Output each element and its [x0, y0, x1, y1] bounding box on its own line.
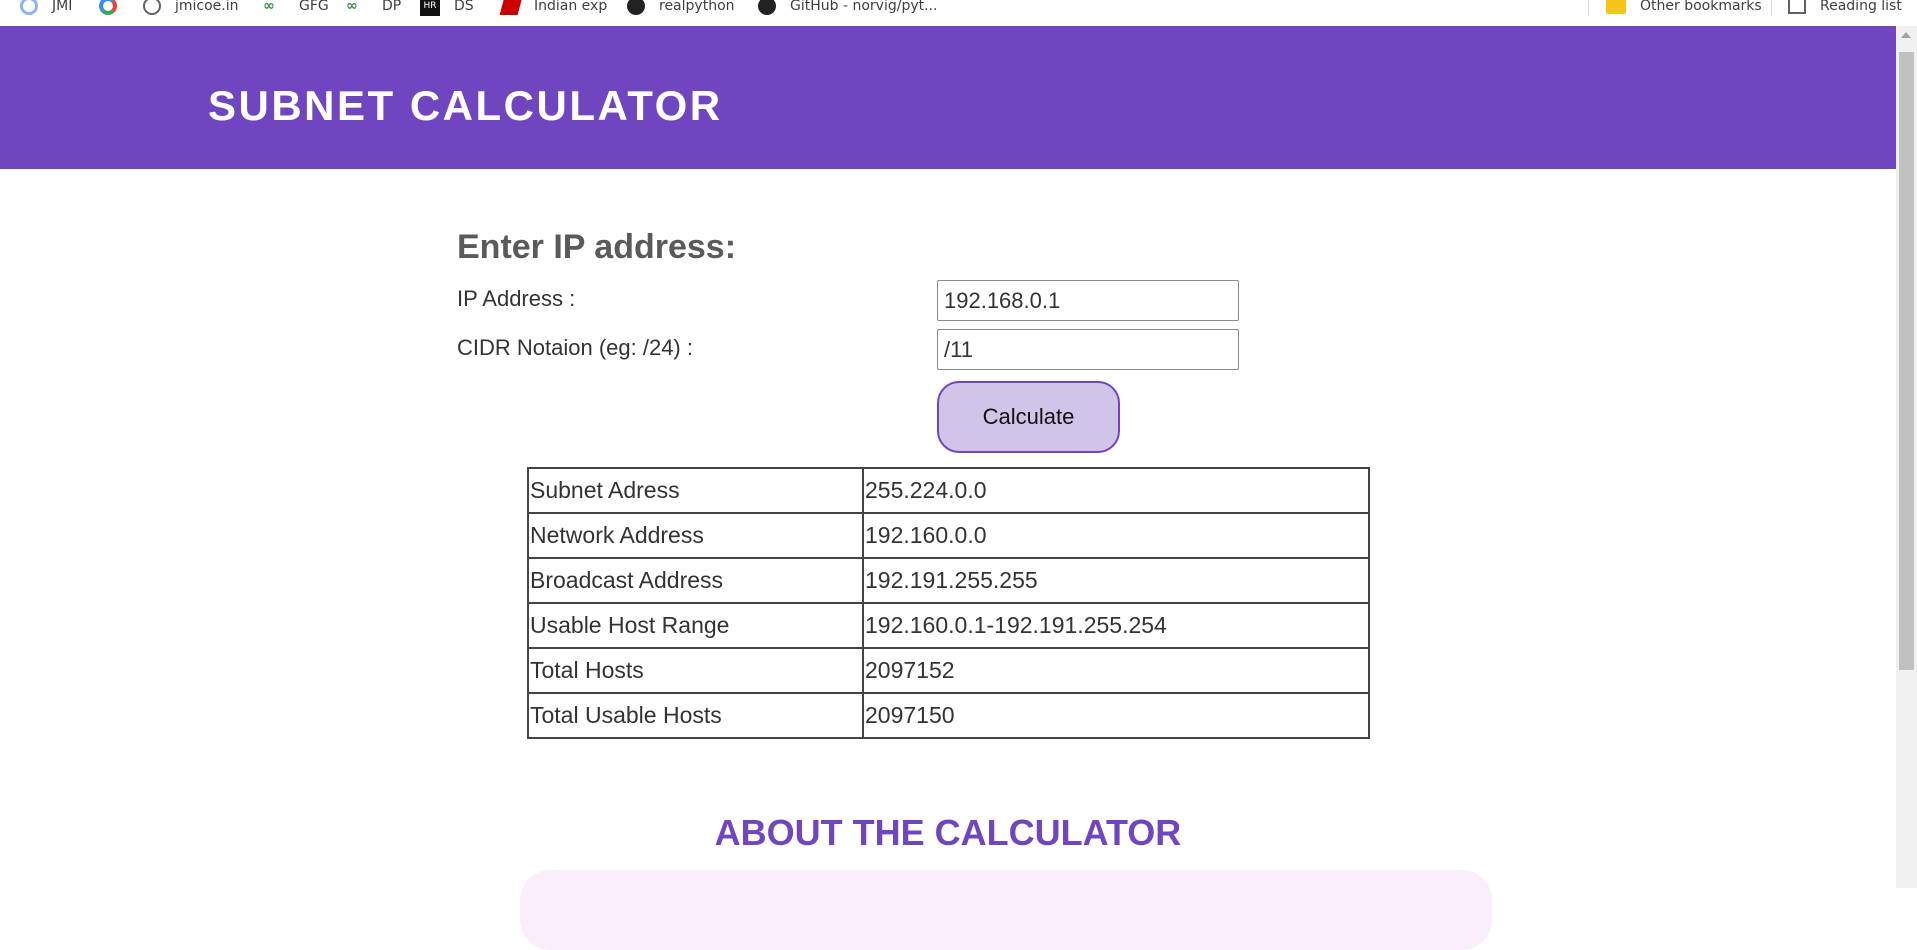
gfg-icon: ∞: [346, 0, 358, 14]
bookmark-github-norvig[interactable]: GitHub - norvig/pyt...: [758, 0, 937, 26]
ip-address-input[interactable]: [937, 280, 1239, 321]
bookmark-label: DS: [454, 0, 474, 14]
other-bookmarks-label: Other bookmarks: [1640, 0, 1762, 14]
form-heading: Enter IP address:: [457, 228, 737, 266]
results-table: Subnet Adress 255.224.0.0 Network Addres…: [527, 467, 1370, 739]
bookmark-jmicoe[interactable]: jmicoe.in: [143, 0, 239, 26]
result-value: 192.191.255.255: [862, 557, 1370, 604]
result-label: Total Usable Hosts: [527, 692, 864, 739]
bookmark-ds[interactable]: HR DS: [420, 0, 474, 26]
indian-express-icon: [499, 0, 523, 15]
other-bookmarks[interactable]: Other bookmarks: [1606, 0, 1762, 26]
cidr-label: CIDR Notaion (eg: /24) :: [457, 335, 693, 360]
page-header: SUBNET CALCULATOR: [0, 26, 1896, 169]
about-panel: [520, 870, 1492, 950]
bookmark-label: GitHub - norvig/pyt...: [790, 0, 938, 14]
bookmark-indian-exp[interactable]: Indian exp: [499, 0, 608, 26]
result-value: 192.160.0.1-192.191.255.254: [862, 602, 1370, 649]
table-row: Broadcast Address 192.191.255.255: [527, 557, 1370, 604]
bookmark-dp[interactable]: ∞ DP: [346, 0, 401, 26]
result-label: Usable Host Range: [527, 602, 864, 649]
folder-icon: [1606, 0, 1626, 14]
table-row: Network Address 192.160.0.0: [527, 512, 1370, 559]
bookmark-jmi[interactable]: JMI: [20, 0, 72, 26]
result-value: 2097150: [862, 692, 1370, 739]
table-row: Total Usable Hosts 2097150: [527, 692, 1370, 739]
bookmarks-divider: [1771, 0, 1772, 16]
cidr-input[interactable]: [937, 329, 1239, 370]
bookmark-google[interactable]: [99, 0, 117, 26]
result-value: 2097152: [862, 647, 1370, 694]
bookmark-label: jmicoe.in: [175, 0, 239, 14]
bookmark-label: Indian exp: [534, 0, 608, 14]
table-row: Usable Host Range 192.160.0.1-192.191.25…: [527, 602, 1370, 649]
bookmark-gfg[interactable]: ∞ GFG: [263, 0, 329, 26]
bookmark-label: DP: [382, 0, 402, 14]
bookmarks-bar: JMI jmicoe.in ∞ GFG ∞ DP HR DS Indian ex…: [0, 0, 1902, 26]
table-row: Total Hosts 2097152: [527, 647, 1370, 694]
ring-icon: [20, 0, 38, 15]
page-scrollbar[interactable]: [1896, 26, 1917, 888]
result-value: 192.160.0.0: [862, 512, 1370, 559]
google-icon: [99, 0, 117, 15]
ip-address-label: IP Address :: [457, 286, 576, 311]
calculate-button[interactable]: Calculate: [937, 381, 1120, 453]
ds-icon: HR: [420, 0, 440, 16]
reading-list-icon: [1788, 0, 1806, 14]
result-value: 255.224.0.0: [862, 467, 1370, 514]
globe-icon: [143, 0, 161, 15]
bookmark-label: GFG: [299, 0, 329, 14]
result-label: Broadcast Address: [527, 557, 864, 604]
scrollbar-thumb[interactable]: [1899, 52, 1914, 670]
scroll-up-arrow-icon[interactable]: [1901, 32, 1911, 38]
bookmark-realpython[interactable]: realpython: [627, 0, 735, 26]
table-row: Subnet Adress 255.224.0.0: [527, 467, 1370, 514]
about-heading: ABOUT THE CALCULATOR: [714, 812, 1182, 853]
github-icon: [758, 0, 776, 15]
bookmark-label: JMI: [52, 0, 73, 14]
result-label: Total Hosts: [527, 647, 864, 694]
bookmarks-divider: [1588, 0, 1589, 16]
bookmark-label: realpython: [659, 0, 735, 14]
page-title: SUBNET CALCULATOR: [208, 82, 723, 129]
result-label: Network Address: [527, 512, 864, 559]
gfg-icon: ∞: [263, 0, 275, 14]
reading-list-label: Reading list: [1820, 0, 1902, 14]
reading-list[interactable]: Reading list: [1788, 0, 1902, 26]
result-label: Subnet Adress: [527, 467, 864, 514]
github-icon: [627, 0, 645, 15]
